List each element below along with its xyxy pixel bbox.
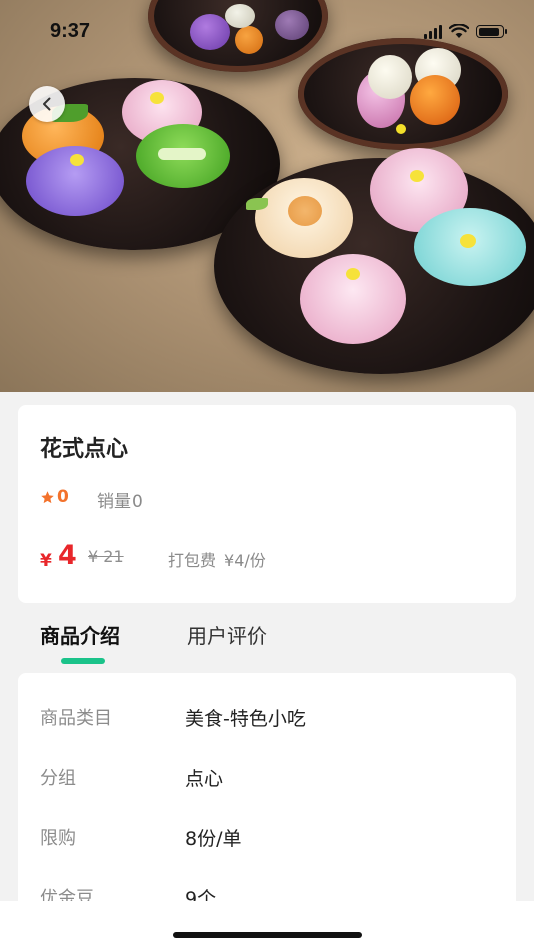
star-icon xyxy=(41,490,54,503)
detail-label: 分组 xyxy=(40,768,76,789)
status-time: 9:37 xyxy=(50,20,91,42)
wifi-icon xyxy=(449,24,469,38)
detail-label: 商品类目 xyxy=(40,708,112,729)
signal-icon xyxy=(424,24,442,39)
detail-row-group: 分组 点心 xyxy=(18,764,516,804)
detail-value: 8份/单 xyxy=(185,828,242,850)
original-price: ¥ 21 xyxy=(88,547,124,566)
chevron-left-icon xyxy=(43,97,51,111)
product-detail-page: 9:37 花式点心 0 销量0 ¥ 4 ¥ 21 打包费 ¥4/份 商品介绍 用… xyxy=(0,0,534,950)
detail-value: 点心 xyxy=(185,768,224,790)
sales-info: 销量0 xyxy=(97,487,143,512)
rating-value: 0 xyxy=(57,487,69,507)
bottom-bar xyxy=(0,901,534,950)
product-title: 花式点心 xyxy=(40,437,129,462)
detail-row-category: 商品类目 美食-特色小吃 xyxy=(18,704,516,744)
sales-count: 0 xyxy=(132,492,143,512)
current-price: 4 xyxy=(58,540,77,571)
detail-label: 限购 xyxy=(40,828,76,849)
packaging-fee-label: 打包费 xyxy=(168,551,217,570)
back-button[interactable] xyxy=(29,86,65,122)
tab-user-reviews[interactable]: 用户评价 xyxy=(187,620,267,649)
tab-product-intro[interactable]: 商品介绍 xyxy=(40,620,120,649)
active-tab-indicator xyxy=(61,658,105,664)
status-icons xyxy=(424,24,507,39)
rating: 0 xyxy=(40,487,69,507)
product-info-card: 花式点心 0 销量0 ¥ 4 ¥ 21 打包费 ¥4/份 xyxy=(18,405,516,603)
packaging-fee: 打包费 ¥4/份 xyxy=(168,547,266,571)
sales-label: 销量 xyxy=(97,492,131,512)
detail-value: 美食-特色小吃 xyxy=(185,708,306,730)
packaging-fee-value: ¥4/份 xyxy=(224,551,266,570)
currency-symbol: ¥ xyxy=(40,551,52,571)
battery-icon xyxy=(476,25,507,38)
product-photo xyxy=(0,0,534,392)
detail-row-limit: 限购 8份/单 xyxy=(18,824,516,864)
home-indicator[interactable] xyxy=(173,932,362,938)
